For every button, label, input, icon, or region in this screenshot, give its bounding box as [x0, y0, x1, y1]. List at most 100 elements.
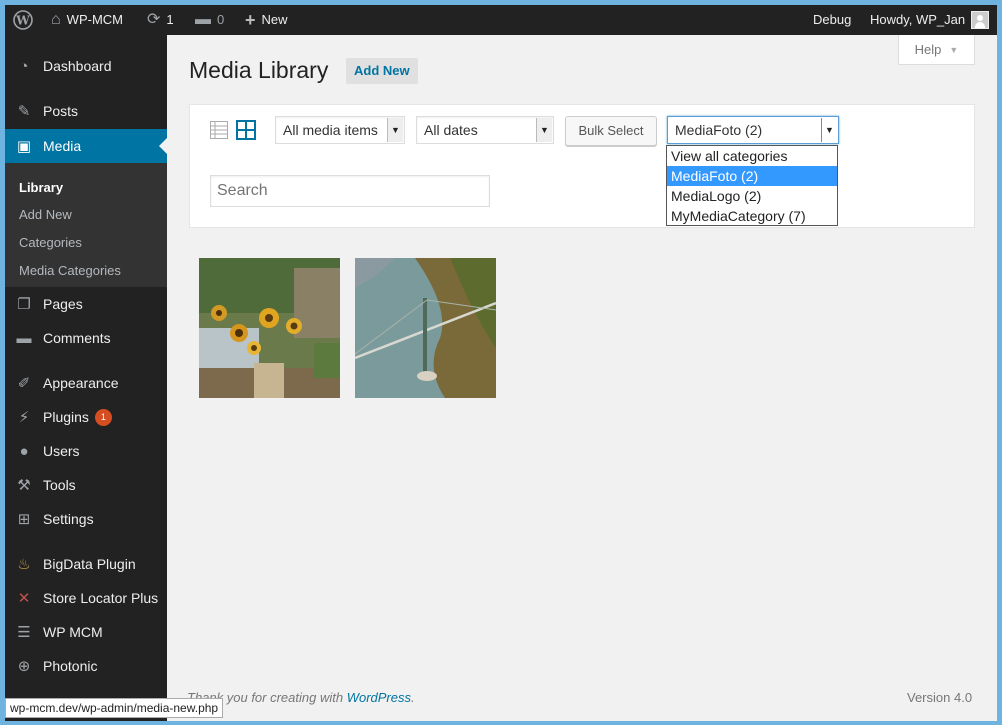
wrench-icon: ⚒ — [17, 477, 31, 494]
new-label: New — [261, 12, 288, 27]
menu-store-locator-plus[interactable]: ✕ Store Locator Plus — [5, 581, 167, 615]
submenu-library[interactable]: Library — [19, 180, 63, 195]
menu-appearance-label: Appearance — [43, 375, 119, 391]
category-option[interactable]: View all categories — [667, 146, 837, 166]
chevron-down-icon: ▼ — [536, 118, 552, 142]
menu-appearance[interactable]: ✐ Appearance — [5, 366, 167, 400]
menu-pages-label: Pages — [43, 296, 83, 312]
category-filter[interactable]: MediaFoto (2) ▼ — [667, 116, 839, 144]
home-icon: ⌂ — [51, 11, 61, 28]
menu-plugins[interactable]: ⚡ Plugins 1 — [5, 400, 167, 434]
category-option[interactable]: MyMediaCategory (7) — [667, 206, 837, 226]
menu-settings-label: Settings — [43, 511, 94, 527]
chevron-down-icon: ▼ — [387, 118, 403, 142]
refresh-icon: ⟳ — [147, 11, 161, 28]
avatar — [971, 11, 990, 29]
updates-count: 1 — [166, 12, 174, 27]
menu-bigdata-label: BigData Plugin — [43, 556, 136, 572]
media-icon: ▣ — [16, 138, 32, 155]
settings-sliders-icon: ⊞ — [17, 511, 31, 528]
media-thumbnail-bridge[interactable] — [355, 258, 496, 398]
menu-photonic[interactable]: ⊕ Photonic — [5, 649, 167, 683]
menu-tools-label: Tools — [43, 477, 76, 493]
menu-pages[interactable]: ❐ Pages — [5, 287, 167, 321]
wordpress-logo-icon[interactable]: W — [13, 5, 33, 35]
menu-dashboard-label: Dashboard — [43, 58, 112, 74]
menu-media[interactable]: ▣ Media — [5, 129, 167, 163]
media-type-filter[interactable]: All media items ▼ — [275, 116, 405, 144]
category-option[interactable]: MediaLogo (2) — [667, 186, 837, 206]
comments-icon: ▬ — [16, 329, 32, 347]
date-filter[interactable]: All dates ▼ — [416, 116, 554, 144]
date-filter-value: All dates — [424, 122, 478, 138]
dashboard-icon: ◔ — [19, 57, 29, 75]
menu-comments[interactable]: ▬ Comments — [5, 321, 167, 355]
media-submenu: Library Add New Categories Media Categor… — [5, 163, 167, 287]
chevron-down-icon: ▼ — [821, 118, 837, 142]
menu-dashboard[interactable]: ◔ Dashboard — [5, 49, 167, 83]
site-name-link[interactable]: ⌂ WP-MCM — [51, 5, 123, 35]
list-view-icon[interactable] — [210, 121, 228, 139]
updates-link[interactable]: ⟳ 1 — [147, 5, 174, 35]
plugin-icon: ⚡ — [18, 409, 30, 426]
list-icon: ☰ — [17, 624, 31, 641]
footer-thanks-suffix: . — [411, 690, 415, 705]
lightbulb-icon: ♨ — [17, 556, 31, 573]
menu-tools[interactable]: ⚒ Tools — [5, 468, 167, 502]
comment-bubble-icon: ▬ — [195, 11, 211, 28]
photonic-icon: ⊕ — [17, 658, 31, 675]
menu-posts[interactable]: ✎ Posts — [5, 94, 167, 128]
comments-count: 0 — [217, 12, 225, 27]
search-input[interactable] — [210, 175, 490, 207]
menu-store-locator-label: Store Locator Plus — [43, 590, 159, 606]
pages-icon: ❐ — [17, 296, 31, 313]
add-new-button[interactable]: Add New — [346, 58, 418, 84]
category-filter-value: MediaFoto (2) — [675, 122, 763, 138]
page-title: Media Library — [189, 57, 329, 83]
media-toolbar: All media items ▼ All dates ▼ Bulk Selec… — [189, 104, 975, 228]
bulk-select-button[interactable]: Bulk Select — [565, 116, 657, 146]
menu-photonic-label: Photonic — [43, 658, 98, 674]
submenu-add-new[interactable]: Add New — [19, 207, 72, 222]
help-tab-button[interactable]: Help ▼ — [898, 35, 975, 65]
store-locator-icon: ✕ — [17, 590, 31, 607]
menu-plugins-label: Plugins — [43, 409, 89, 425]
menu-bigdata-plugin[interactable]: ♨ BigData Plugin — [5, 547, 167, 581]
help-label: Help — [914, 42, 942, 57]
wordpress-link[interactable]: WordPress — [347, 690, 411, 705]
admin-menu: ◔ Dashboard ✎ Posts ▣ Media Library Add … — [5, 35, 167, 721]
debug-label: Debug — [813, 12, 852, 27]
submenu-categories[interactable]: Categories — [19, 235, 82, 250]
my-account-link[interactable]: Howdy, WP_Jan — [870, 5, 990, 35]
category-option-selected[interactable]: MediaFoto (2) — [667, 166, 837, 186]
browser-window: W ⌂ WP-MCM ⟳ 1 ▬ 0 + New Debug Howdy, WP… — [5, 5, 997, 721]
footer-version: Version 4.0 — [907, 690, 973, 705]
howdy-text: Howdy, WP_Jan — [870, 12, 966, 27]
browser-status-url: wp-mcm.dev/wp-admin/media-new.php — [5, 698, 224, 718]
paintbrush-icon: ✐ — [17, 375, 31, 392]
menu-wp-mcm-label: WP MCM — [43, 624, 103, 640]
media-type-value: All media items — [283, 122, 378, 138]
admin-bar: W ⌂ WP-MCM ⟳ 1 ▬ 0 + New Debug Howdy, WP… — [5, 5, 997, 35]
new-content-link[interactable]: + New — [245, 5, 288, 35]
submenu-media-categories[interactable]: Media Categories — [19, 263, 121, 278]
plus-icon: + — [245, 10, 256, 30]
grid-view-icon[interactable] — [236, 120, 256, 140]
pin-icon: ✎ — [17, 103, 31, 120]
menu-users-label: Users — [43, 443, 80, 459]
menu-wp-mcm[interactable]: ☰ WP MCM — [5, 615, 167, 649]
menu-users[interactable]: ● Users — [5, 434, 167, 468]
category-dropdown-list: View all categories MediaFoto (2) MediaL… — [666, 145, 838, 226]
comments-link[interactable]: ▬ 0 — [195, 5, 224, 35]
plugins-update-badge: 1 — [94, 408, 112, 426]
caret-down-icon: ▼ — [949, 44, 959, 55]
debug-link[interactable]: Debug — [813, 5, 851, 35]
menu-settings[interactable]: ⊞ Settings — [5, 502, 167, 536]
media-thumbnail-sunflowers[interactable] — [199, 258, 340, 398]
menu-posts-label: Posts — [43, 103, 79, 119]
user-icon: ● — [19, 442, 29, 460]
menu-media-label: Media — [43, 138, 82, 154]
menu-comments-label: Comments — [43, 330, 111, 346]
site-name: WP-MCM — [66, 12, 123, 27]
svg-text:W: W — [15, 14, 30, 28]
